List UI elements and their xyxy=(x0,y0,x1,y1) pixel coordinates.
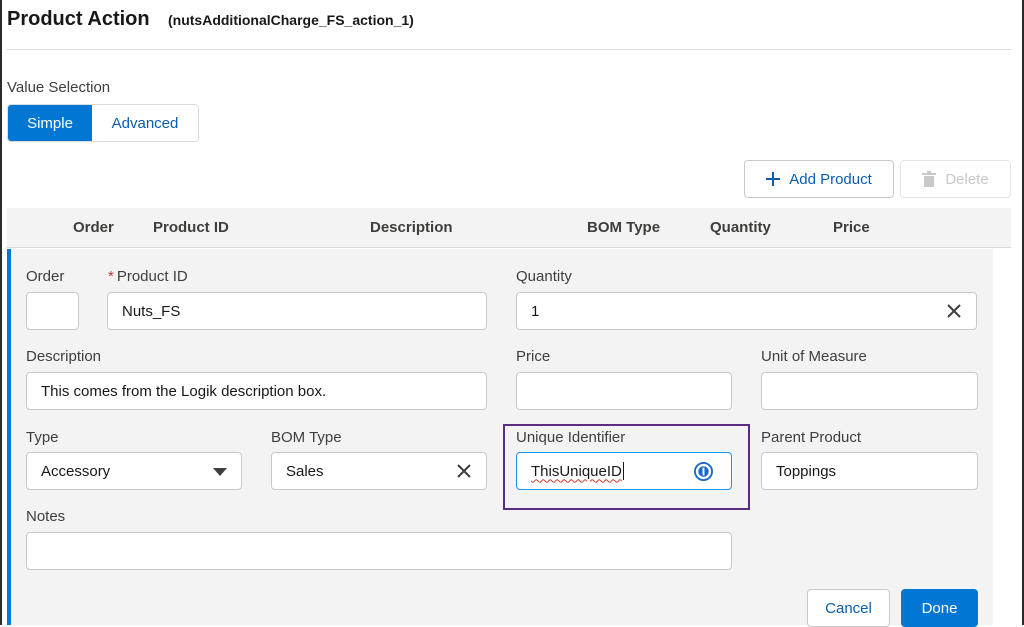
action-api-name: (nutsAdditionalCharge_FS_action_1) xyxy=(168,12,414,28)
add-product-label: Add Product xyxy=(789,170,872,188)
trash-icon xyxy=(922,171,937,187)
value-selection-label: Value Selection xyxy=(7,79,111,96)
delete-button[interactable]: Delete xyxy=(900,160,1011,198)
done-button[interactable]: Done xyxy=(901,589,978,627)
cancel-button[interactable]: Cancel xyxy=(807,589,890,627)
value-selection-toggle: Simple Advanced xyxy=(7,104,199,142)
product-id-value: Nuts_FS xyxy=(122,302,181,320)
quantity-field[interactable]: 1 xyxy=(516,292,977,330)
required-marker: * xyxy=(108,268,114,285)
chevron-down-icon[interactable] xyxy=(213,468,227,476)
bom-type-field[interactable]: Sales xyxy=(271,452,487,490)
plus-icon xyxy=(766,172,781,186)
order-field[interactable] xyxy=(26,292,79,330)
notes-label: Notes xyxy=(26,508,66,525)
price-label: Price xyxy=(516,348,551,365)
unit-of-measure-field[interactable] xyxy=(761,372,978,410)
clear-bom-type-icon[interactable] xyxy=(456,463,472,479)
bom-type-label: BOM Type xyxy=(271,429,342,446)
order-label: Order xyxy=(26,268,65,285)
type-value: Accessory xyxy=(41,462,111,480)
quantity-label: Quantity xyxy=(516,268,572,285)
column-header-quantity[interactable]: Quantity xyxy=(710,219,771,236)
quantity-value: 1 xyxy=(531,302,540,320)
product-id-field[interactable]: Nuts_FS xyxy=(107,292,487,330)
table-header: Order Product ID Description BOM Type Qu… xyxy=(7,208,1011,248)
simple-option-button[interactable]: Simple xyxy=(8,105,92,141)
window-frame-left xyxy=(0,0,2,625)
page-title: Product Action xyxy=(7,8,150,30)
advanced-option-button[interactable]: Advanced xyxy=(92,105,198,141)
unit-of-measure-label: Unit of Measure xyxy=(761,348,867,365)
description-label: Description xyxy=(26,348,102,365)
description-field[interactable]: This comes from the Logik description bo… xyxy=(26,372,487,410)
parent-product-field[interactable]: Toppings xyxy=(761,452,978,490)
notes-field[interactable] xyxy=(26,532,732,570)
column-header-price[interactable]: Price xyxy=(833,219,870,236)
parent-product-value: Toppings xyxy=(776,462,837,480)
price-field[interactable] xyxy=(516,372,732,410)
product-id-label: * Product ID xyxy=(108,268,188,285)
delete-label: Delete xyxy=(945,170,989,188)
type-label: Type xyxy=(26,429,59,446)
parent-product-label: Parent Product xyxy=(761,429,862,446)
column-header-bom-type[interactable]: BOM Type xyxy=(587,219,660,236)
unique-identifier-highlight-box xyxy=(503,424,750,510)
type-select[interactable]: Accessory xyxy=(26,452,242,490)
header-divider xyxy=(7,49,1011,50)
clear-quantity-icon[interactable] xyxy=(946,303,962,319)
column-header-order[interactable]: Order xyxy=(73,219,114,236)
column-header-description[interactable]: Description xyxy=(370,219,453,236)
add-product-button[interactable]: Add Product xyxy=(744,160,894,198)
bom-type-value: Sales xyxy=(286,462,324,480)
row-edit-accent xyxy=(7,249,11,625)
description-value: This comes from the Logik description bo… xyxy=(41,382,327,400)
column-header-product-id[interactable]: Product ID xyxy=(153,219,229,236)
